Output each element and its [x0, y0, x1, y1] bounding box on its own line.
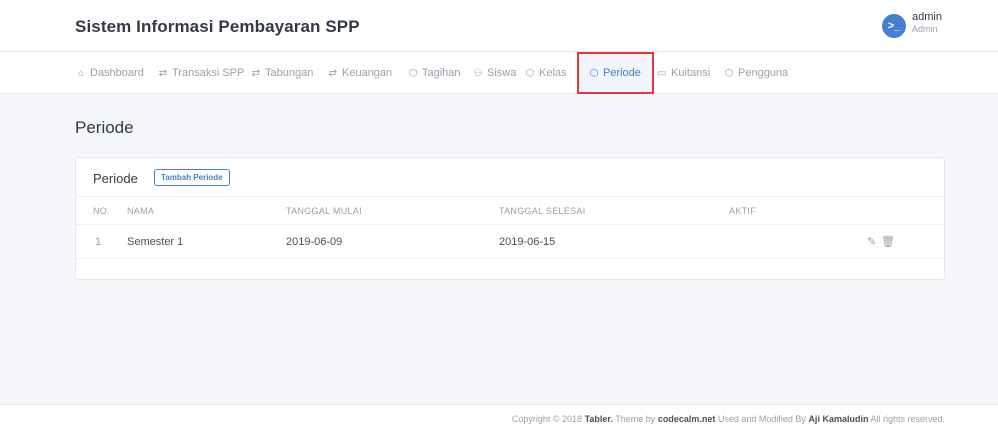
edit-icon[interactable]: ✎	[867, 235, 876, 248]
nav-item-tabungan[interactable]: ⇄ Tabungan	[250, 52, 314, 94]
nav-item-dashboard[interactable]: ⌂ Dashboard	[75, 52, 144, 94]
column-header-aktif: AKTIF	[729, 206, 757, 216]
page-footer: Copyright © 2018 Tabler. Theme by codeca…	[0, 404, 998, 432]
table-header: NO. NAMA TANGGAL MULAI TANGGAL SELESAI A…	[76, 197, 944, 225]
nav-item-siswa[interactable]: ⚇ Siswa	[472, 52, 517, 94]
repeat-icon: ⇄	[158, 68, 168, 79]
repeat-icon: ⇄	[328, 68, 338, 79]
tabler-link[interactable]: Tabler.	[585, 414, 613, 424]
column-header-no: NO.	[93, 206, 110, 216]
card-title: Periode	[93, 171, 138, 186]
home-icon: ⌂	[77, 68, 85, 79]
author-link[interactable]: Aji Kamaludin	[808, 414, 868, 424]
trash-icon[interactable]: 🗑	[881, 235, 895, 248]
periode-card: Periode Tambah Periode NO. NAMA TANGGAL …	[75, 157, 945, 280]
cell-no: 1	[95, 236, 102, 248]
box-icon: ⬡	[724, 68, 734, 79]
main-nav: ⌂ Dashboard ⇄ Transaksi SPP ⇄ Tabungan ⇄ Keu…	[0, 52, 998, 94]
box-icon: ⬡	[408, 68, 418, 79]
terminal-icon[interactable]: >_	[882, 14, 906, 38]
footer-copyright: Copyright © 2018 Tabler. Theme by codeca…	[511, 414, 945, 424]
user-role: Admin	[912, 24, 938, 34]
table-row: 1 Semester 1 2019-06-09 2019-06-15 ✎ 🗑	[76, 225, 944, 259]
top-header: Sistem Informasi Pembayaran SPP >_ admin…	[0, 0, 998, 52]
box-icon: ⬡	[589, 68, 599, 79]
codecalm-link[interactable]: codecalm.net	[658, 414, 716, 424]
brand-title[interactable]: Sistem Informasi Pembayaran SPP	[75, 17, 360, 37]
nav-item-kuitansi[interactable]: ▭ Kuitansi	[656, 52, 710, 94]
users-icon: ⚇	[473, 68, 483, 79]
column-header-tanggal-selesai: TANGGAL SELESAI	[499, 206, 586, 216]
repeat-icon: ⇄	[251, 68, 261, 79]
box-icon: ⬡	[525, 68, 535, 79]
nav-item-pengguna[interactable]: ⬡ Pengguna	[723, 52, 789, 94]
cell-nama: Semester 1	[127, 236, 184, 248]
column-header-nama: NAMA	[127, 206, 155, 216]
add-periode-button[interactable]: Tambah Periode	[154, 169, 230, 186]
nav-item-keuangan[interactable]: ⇄ Keuangan	[327, 52, 392, 94]
user-name[interactable]: admin	[912, 11, 942, 23]
nav-item-kelas[interactable]: ⬡ Kelas	[524, 52, 567, 94]
cell-tanggal-mulai: 2019-06-09	[286, 236, 343, 248]
nav-item-tagihan[interactable]: ⬡ Tagihan	[407, 52, 461, 94]
column-header-tanggal-mulai: TANGGAL MULAI	[286, 206, 362, 216]
folder-icon: ▭	[657, 68, 667, 79]
nav-item-transaksi-spp[interactable]: ⇄ Transaksi SPP	[157, 52, 245, 94]
cell-tanggal-selesai: 2019-06-15	[499, 236, 556, 248]
nav-item-periode[interactable]: ⬡ Periode	[588, 52, 641, 94]
card-header: Periode Tambah Periode	[76, 158, 944, 197]
page-title: Periode	[75, 118, 134, 137]
